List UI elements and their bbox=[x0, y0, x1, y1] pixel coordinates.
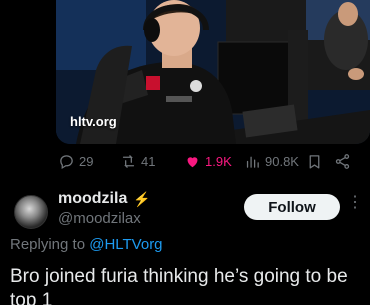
follow-button[interactable]: Follow bbox=[244, 194, 340, 220]
heart-icon bbox=[187, 157, 198, 168]
reply-text: Bro joined furia thinking he’s going to … bbox=[10, 266, 348, 305]
reply-icon bbox=[60, 155, 73, 170]
like-count: 1.9K bbox=[205, 154, 232, 169]
repost-count: 41 bbox=[141, 154, 156, 169]
repost-icon bbox=[122, 155, 135, 168]
avatar[interactable] bbox=[14, 195, 48, 229]
more-options-icon[interactable]: ⋮ bbox=[347, 195, 363, 211]
like-action[interactable]: 1.9K bbox=[184, 153, 232, 170]
views-count: 90.8K bbox=[265, 154, 299, 169]
views-action[interactable]: 90.8K bbox=[244, 153, 299, 170]
replying-to-mention[interactable]: @HLTVorg bbox=[89, 236, 162, 253]
views-icon bbox=[246, 156, 259, 168]
reply-count: 29 bbox=[79, 154, 94, 169]
user-handle[interactable]: @moodzilax bbox=[58, 210, 141, 227]
reply-author-name-row: moodzila ⚡ bbox=[58, 190, 151, 208]
share-icon bbox=[335, 154, 350, 169]
display-name[interactable]: moodzila bbox=[58, 190, 127, 208]
replying-to-prefix: Replying to bbox=[10, 236, 90, 253]
lightning-icon: ⚡ bbox=[133, 190, 151, 207]
reply-action[interactable]: 29 bbox=[58, 153, 93, 170]
bookmark-action[interactable] bbox=[306, 153, 323, 170]
repost-action[interactable]: 41 bbox=[120, 153, 155, 170]
replying-to-line: Replying to @HLTVorg bbox=[10, 236, 163, 253]
media-source-label: hltv.org bbox=[70, 114, 117, 129]
tweet-action-bar: 29 41 1.9K 90.8K bbox=[56, 150, 366, 174]
share-action[interactable] bbox=[334, 153, 351, 170]
bookmark-icon bbox=[309, 155, 320, 169]
tweet-media-card[interactable]: hltv.org bbox=[56, 0, 370, 144]
